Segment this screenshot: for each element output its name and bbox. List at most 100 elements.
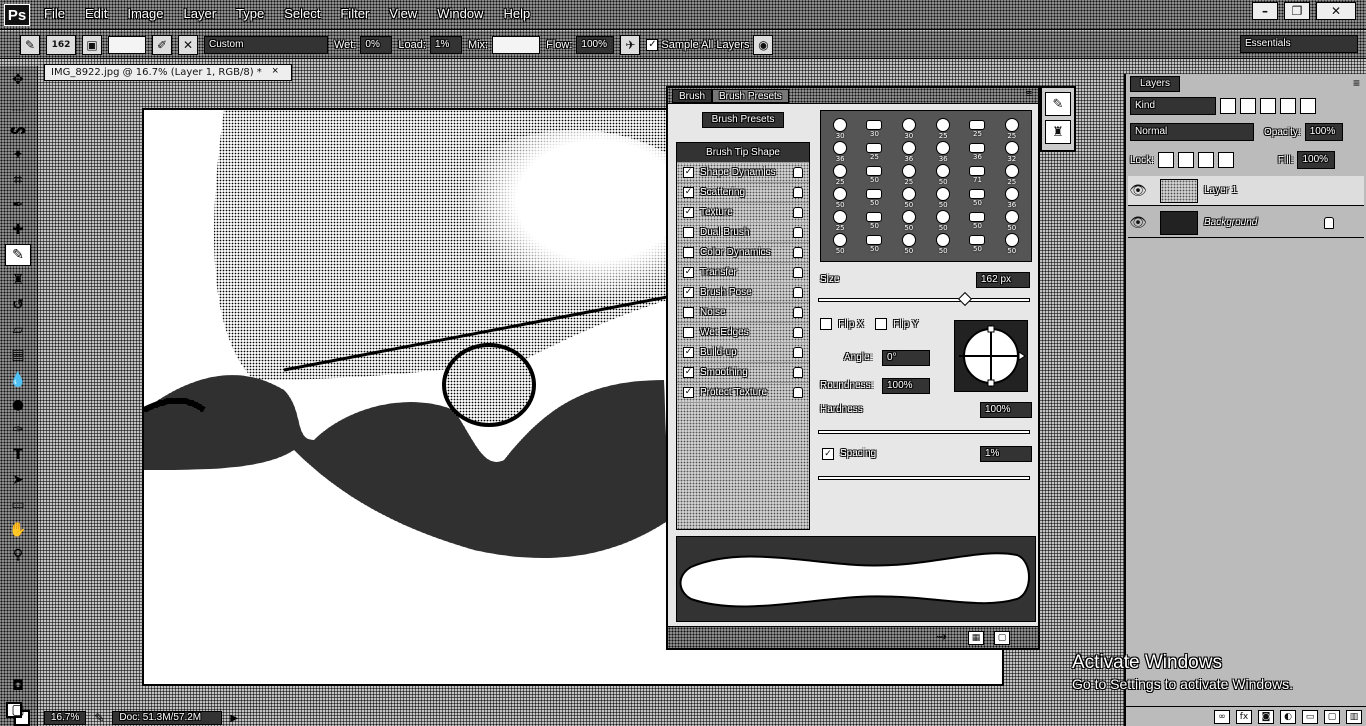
brush-tip-preset[interactable]: 50 [866,165,883,184]
setting-build-up[interactable]: ✓ Build-up [677,343,809,363]
brush-tip-preset[interactable]: 25 [866,142,883,161]
menu-edit[interactable]: Edit [85,6,107,21]
opacity-input[interactable]: 100% [1304,123,1343,141]
build-up-checkbox[interactable]: ✓ [683,347,694,358]
hardness-slider[interactable] [818,430,1030,434]
noise-checkbox[interactable] [683,307,694,318]
restore-button[interactable]: ❐ [1284,2,1310,20]
layer-row-layer-1[interactable]: 👁 Layer 1 [1128,176,1364,206]
setting-smoothing[interactable]: ✓ Smoothing [677,363,809,383]
wet-edges-checkbox[interactable] [683,327,694,338]
setting-wet-edges[interactable]: Wet Edges [677,323,809,343]
flip-y-checkbox[interactable] [874,318,887,330]
lasso-tool-icon[interactable]: ᔕ [5,119,31,141]
size-slider-thumb[interactable] [957,291,973,307]
adjustment-filter-icon[interactable] [1240,98,1256,114]
menu-filter[interactable]: Filter [340,6,369,21]
brush-tip-preset[interactable]: 50 [1004,232,1019,255]
brush-tip-preset[interactable]: 30 [901,117,916,140]
document-close-icon[interactable]: × [272,65,278,77]
workspace-select[interactable]: Essentials [1240,35,1358,53]
clone-stamp-tool-icon[interactable]: ♜ [5,269,31,291]
clone-source-dock-icon[interactable]: ♜ [1045,120,1071,144]
setting-shape-dynamics[interactable]: ✓ Shape Dynamics [677,163,809,183]
brush-tip-preset[interactable]: 50 [969,211,986,230]
move-tool-icon[interactable]: ✥ [5,69,31,91]
setting-transfer[interactable]: ✓ Transfer [677,263,809,283]
brush-tip-preset[interactable]: 50 [969,188,986,207]
tablet-pressure-icon[interactable]: ◉ [753,34,774,55]
brush-tip-preset[interactable]: 25 [833,163,848,186]
brush-tip-preset[interactable]: 50 [833,232,848,255]
angle-input[interactable]: 0° [882,350,930,366]
mix-input[interactable] [492,35,541,54]
brush-tip-preset[interactable]: 50 [866,211,883,230]
minimize-button[interactable]: – [1252,2,1278,20]
brush-tip-preset[interactable]: 25 [833,209,848,232]
quick-select-tool-icon[interactable]: ✦ [5,144,31,166]
new-preset-icon[interactable]: ▢ [994,631,1010,645]
brush-tip-preset[interactable]: 36 [936,140,951,163]
lock-position-icon[interactable] [1197,152,1214,168]
blend-mode-select[interactable]: Normal [1130,123,1254,141]
brush-tip-preset[interactable]: 50 [969,234,986,253]
type-filter-icon[interactable] [1260,98,1276,114]
zoom-level[interactable]: 16.7% [44,711,87,725]
brush-tip-preset[interactable]: 32 [1004,140,1019,163]
dual-brush-checkbox[interactable] [683,227,694,238]
color-dynamics-checkbox[interactable] [683,247,694,258]
layer-name[interactable]: Layer 1 [1204,185,1237,196]
adjustment-icon[interactable]: ◐ [1280,709,1296,724]
eyedropper-tool-icon[interactable]: ✒ [5,194,31,216]
brush-tip-preset[interactable]: 30 [833,117,848,140]
brush-tip-preset[interactable]: 25 [936,117,951,140]
setting-brush-pose[interactable]: ✓ Brush Pose [677,283,809,303]
brush-tip-preset[interactable]: 50 [936,163,951,186]
clean-brush-icon[interactable]: ✕ [178,34,198,55]
menu-window[interactable]: Window [437,6,483,21]
type-tool-icon[interactable]: T [5,444,31,466]
quick-mask-icon[interactable]: ◘ [5,675,31,697]
tab-brush-presets[interactable]: Brush Presets [712,89,789,103]
brush-presets-button[interactable]: Brush Presets [702,112,784,128]
shape-tool-icon[interactable]: ▭ [5,494,31,516]
brush-tool-icon[interactable]: ✎ [5,244,31,266]
hardness-input[interactable]: 100% [980,402,1032,418]
brush-tip-shape-item[interactable]: Brush Tip Shape [677,143,809,163]
brush-tip-preset[interactable]: 25 [1004,163,1019,186]
current-color-swatch[interactable] [108,35,146,54]
menu-view[interactable]: View [389,6,417,21]
kind-filter-select[interactable]: Kind [1130,97,1216,115]
brush-tip-preset[interactable]: 50 [936,186,951,209]
brush-tip-preset[interactable]: 50 [866,188,883,207]
menu-layer[interactable]: Layer [184,6,217,21]
folder-icon[interactable]: ▭ [1302,709,1318,724]
lock-all-icon[interactable] [1217,152,1234,168]
visibility-eye-icon[interactable]: 👁 [1128,181,1148,201]
link-icon[interactable]: ∞ [1214,709,1230,724]
smart-object-filter-icon[interactable] [1300,98,1316,114]
blur-tool-icon[interactable]: 💧 [5,369,31,391]
roundness-input[interactable]: 100% [882,378,930,394]
brush-panel-toggle-icon[interactable]: ▣ [82,34,102,55]
fx-icon[interactable]: fx [1236,709,1252,724]
setting-protect-texture[interactable]: ✓ Protect Texture [677,383,809,403]
size-input[interactable]: 162 px [976,272,1030,288]
crop-tool-icon[interactable]: ⌗ [5,169,31,191]
setting-noise[interactable]: Noise [677,303,809,323]
brush-panel-dock-icon[interactable]: ✎ [1045,92,1071,116]
layer-name[interactable]: Background [1204,217,1257,228]
close-button[interactable]: ✕ [1316,2,1356,20]
tab-layers[interactable]: Layers [1130,76,1180,92]
brush-tip-preset[interactable]: 36 [969,142,986,161]
setting-color-dynamics[interactable]: Color Dynamics [677,243,809,263]
wet-input[interactable]: 0% [360,35,393,54]
screen-mode-icon[interactable]: ▢ [5,699,31,721]
load-brush-icon[interactable]: ✐ [152,34,172,55]
size-slider[interactable] [818,298,1030,302]
menu-help[interactable]: Help [503,6,530,21]
blend-preset-select[interactable]: Custom [204,35,328,54]
brush-tip-preset[interactable]: 50 [901,209,916,232]
pixel-filter-icon[interactable] [1220,98,1236,114]
scattering-checkbox[interactable]: ✓ [683,187,694,198]
